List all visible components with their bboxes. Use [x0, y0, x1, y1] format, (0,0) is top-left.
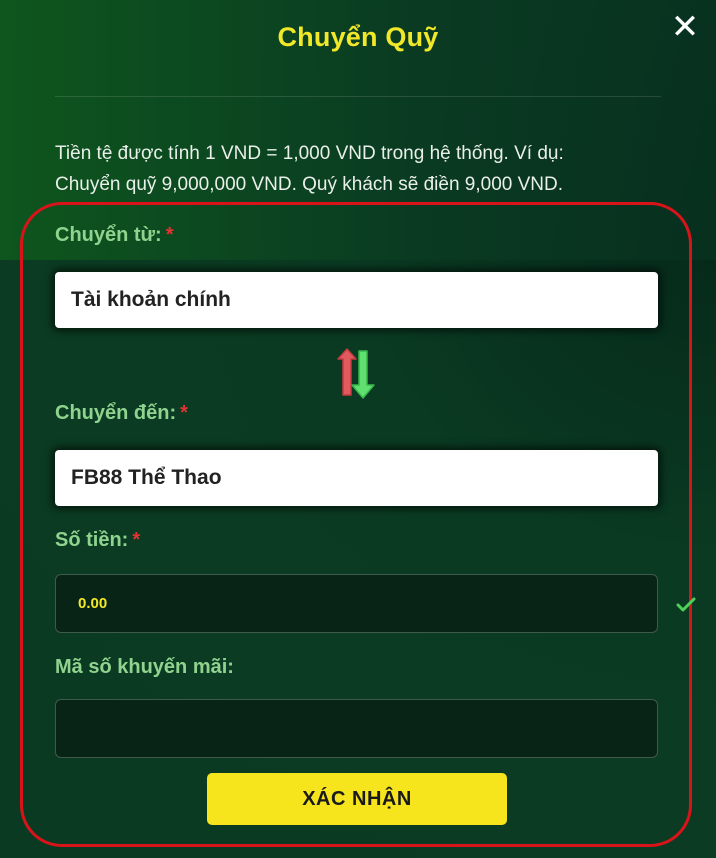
- promo-code-input[interactable]: [55, 699, 658, 758]
- required-mark: *: [165, 224, 174, 246]
- confirm-button[interactable]: XÁC NHẬN: [207, 773, 507, 825]
- required-mark: *: [132, 529, 141, 551]
- amount-label: Số tiền: *: [55, 529, 140, 552]
- dialog-title: Chuyển Quỹ: [277, 22, 439, 52]
- to-label: Chuyển đến: *: [55, 402, 188, 425]
- required-mark: *: [180, 402, 188, 424]
- to-account-select[interactable]: FB88 Thể Thao: [55, 450, 658, 506]
- swap-arrows-icon[interactable]: [330, 345, 384, 401]
- close-icon[interactable]: ✕: [668, 10, 702, 44]
- amount-input[interactable]: 0.00: [55, 574, 658, 633]
- from-account-value: Tài khoản chính: [71, 288, 231, 311]
- promo-label: Mã số khuyến mãi:: [55, 656, 234, 678]
- currency-note-line-2: Chuyển quỹ 9,000,000 VND. Quý khách sẽ đ…: [55, 174, 564, 195]
- title-divider: [55, 96, 661, 97]
- to-account-value: FB88 Thể Thao: [71, 466, 222, 489]
- currency-note-line-1: Tiền tệ được tính 1 VND = 1,000 VND tron…: [55, 143, 564, 164]
- currency-note: Tiền tệ được tính 1 VND = 1,000 VND tron…: [55, 138, 675, 200]
- check-icon: [676, 596, 696, 614]
- amount-label-text: Số tiền:: [55, 529, 129, 551]
- amount-value: 0.00: [78, 595, 108, 612]
- to-label-text: Chuyển đến:: [55, 402, 177, 424]
- from-label-text: Chuyển từ:: [55, 224, 162, 246]
- transfer-funds-dialog: Chuyển Quỹ ✕ Tiền tệ được tính 1 VND = 1…: [0, 0, 716, 858]
- from-account-select[interactable]: Tài khoản chính: [55, 272, 658, 328]
- from-label: Chuyển từ: *: [55, 224, 174, 247]
